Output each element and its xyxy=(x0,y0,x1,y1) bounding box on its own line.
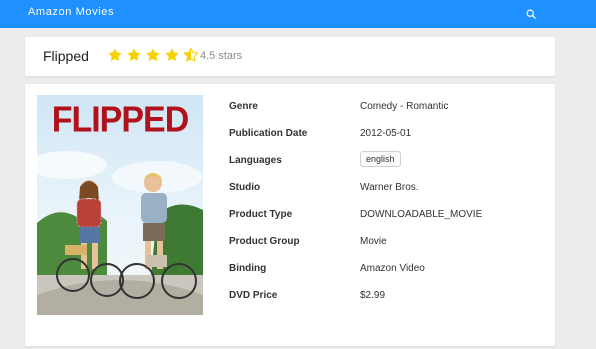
property-label: DVD Price xyxy=(229,290,278,301)
property-value: $2.99 xyxy=(360,290,386,301)
movie-details-card: FLIPPED Genre Comedy - Romantic Publicat… xyxy=(25,84,555,346)
property-row-genre: Genre Comedy - Romantic xyxy=(229,96,549,123)
property-row-studio: Studio Warner Bros. xyxy=(229,177,549,204)
poster-title: FLIPPED xyxy=(51,100,190,140)
property-value: Movie xyxy=(360,236,387,247)
title-card: Flipped 4.5 stars xyxy=(25,37,555,76)
star-icon xyxy=(108,48,122,62)
property-value: Comedy - Romantic xyxy=(360,101,449,112)
property-label: Languages xyxy=(229,155,282,166)
property-label: Publication Date xyxy=(229,128,308,139)
language-tag: english xyxy=(360,151,401,167)
property-row-product-group: Product Group Movie xyxy=(229,231,549,258)
search-button[interactable] xyxy=(521,4,541,24)
brand-link[interactable]: Amazon Movies xyxy=(28,6,114,18)
property-label: Binding xyxy=(229,263,267,274)
star-icon xyxy=(127,48,141,62)
property-value: Warner Bros. xyxy=(360,182,419,193)
property-value: Amazon Video xyxy=(360,263,425,274)
property-row-product-type: Product Type DOWNLOADABLE_MOVIE xyxy=(229,204,549,231)
rating-text: 4.5 stars xyxy=(200,50,243,62)
star-icon xyxy=(165,48,179,62)
search-icon xyxy=(526,9,536,19)
star-rating xyxy=(107,47,199,63)
property-value: DOWNLOADABLE_MOVIE xyxy=(360,209,483,220)
property-row-languages: Languages english xyxy=(229,150,549,177)
property-row-dvd-price: DVD Price $2.99 xyxy=(229,285,549,312)
property-row-binding: Binding Amazon Video xyxy=(229,258,549,285)
property-label: Product Group xyxy=(229,236,300,247)
movie-properties: Genre Comedy - Romantic Publication Date… xyxy=(229,96,549,312)
property-label: Genre xyxy=(229,101,258,112)
property-label: Product Type xyxy=(229,209,293,220)
property-row-publication-date: Publication Date 2012-05-01 xyxy=(229,123,549,150)
property-value: 2012-05-01 xyxy=(360,128,412,139)
star-half-icon xyxy=(183,47,199,62)
property-label: Studio xyxy=(229,182,261,193)
movie-title: Flipped xyxy=(43,48,89,64)
top-navbar: Amazon Movies xyxy=(0,0,596,28)
star-icon xyxy=(146,48,160,62)
movie-poster: FLIPPED xyxy=(37,95,203,315)
